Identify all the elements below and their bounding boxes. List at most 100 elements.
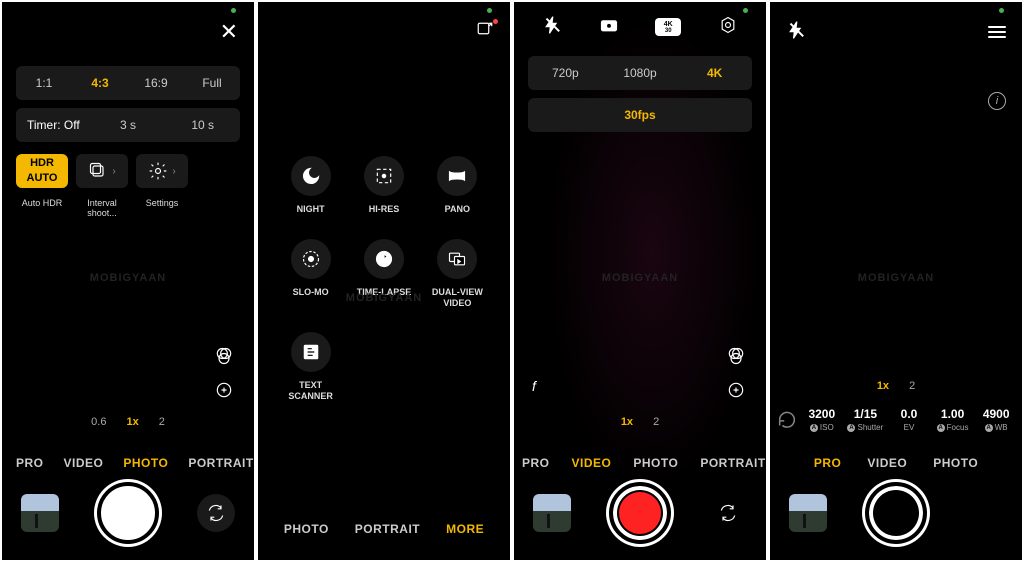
mode-pro[interactable]: PRO — [16, 456, 44, 470]
fps-30[interactable]: 30fps — [624, 108, 655, 122]
mode-photo[interactable]: PHOTO — [123, 456, 168, 470]
mode-photo[interactable]: PHOTO — [284, 522, 329, 536]
res-4k[interactable]: 4K — [677, 66, 752, 80]
shutter-button[interactable] — [865, 482, 927, 544]
video-top-bar: 4K 30 — [514, 2, 766, 52]
mode-pro[interactable]: PRO — [814, 456, 842, 470]
ai-enhance-icon[interactable] — [726, 380, 746, 400]
flash-button[interactable] — [542, 15, 562, 40]
close-icon[interactable]: ✕ — [220, 19, 238, 45]
notification-dot — [493, 19, 498, 24]
mode-portrait[interactable]: PORTRAIT — [355, 522, 420, 536]
zoom-2[interactable]: 2 — [653, 416, 659, 428]
camera-active-dot — [743, 8, 748, 13]
filters-icon[interactable] — [214, 346, 234, 366]
shutter-button[interactable] — [97, 482, 159, 544]
mode-photo[interactable]: PHOTO — [633, 456, 678, 470]
aperture-button[interactable]: f — [532, 378, 536, 394]
param-focus[interactable]: 1.00AFocus — [933, 407, 973, 432]
param-ev[interactable]: 0.0EV — [889, 407, 929, 432]
settings-button[interactable]: › — [136, 154, 188, 188]
gallery-thumbnail[interactable] — [21, 494, 59, 532]
mode-strip[interactable]: PRO VIDEO PHOTO — [770, 456, 1022, 470]
info-button[interactable]: i — [988, 92, 1006, 110]
aspect-16-9[interactable]: 16:9 — [128, 76, 184, 90]
watermark: MOBIGYAAN — [858, 272, 934, 284]
mode-pano[interactable]: PANO — [425, 156, 490, 215]
mode-time-lapse[interactable]: TIME-LAPSE — [351, 239, 416, 309]
aspect-ratio-segment: 1:1 4:3 16:9 Full — [16, 66, 240, 100]
mode-hi-res[interactable]: HI-RES — [351, 156, 416, 215]
filters-icon[interactable] — [726, 346, 746, 366]
param-wb[interactable]: 4900AWB — [976, 407, 1016, 432]
mode-label: HI-RES — [369, 204, 400, 215]
mode-video[interactable]: VIDEO — [572, 456, 612, 470]
hdr-toggle[interactable] — [599, 15, 619, 40]
mode-video[interactable]: VIDEO — [64, 456, 104, 470]
mode-label: SLO-MO — [293, 287, 329, 298]
resolution-segment: 720p 1080p 4K — [528, 56, 752, 90]
slomo-icon — [301, 249, 321, 269]
mode-label: PANO — [445, 204, 470, 215]
mode-text-scanner[interactable]: TEXT SCANNER — [278, 332, 343, 402]
mode-strip[interactable]: PRO VIDEO PHOTO PORTRAIT — [514, 456, 766, 470]
mode-dual-view[interactable]: DUAL-VIEW VIDEO — [425, 239, 490, 309]
watermark: MOBIGYAAN — [90, 272, 166, 284]
gallery-thumbnail[interactable] — [533, 494, 571, 532]
res-1080p[interactable]: 1080p — [603, 66, 678, 80]
mode-video[interactable]: VIDEO — [867, 456, 907, 470]
fps-segment[interactable]: 30fps — [528, 98, 752, 132]
timer-off[interactable]: Timer: Off — [16, 118, 91, 132]
hdr-button[interactable]: HDR AUTO — [16, 154, 68, 188]
edit-modes-button[interactable] — [476, 21, 494, 44]
param-iso[interactable]: 3200AISO — [802, 407, 842, 432]
zoom-1x[interactable]: 1x — [877, 380, 889, 392]
reset-params-icon[interactable] — [776, 409, 798, 431]
dual-view-icon — [447, 249, 467, 269]
timer-10s[interactable]: 10 s — [165, 118, 240, 132]
mode-slo-mo[interactable]: SLO-MO — [278, 239, 343, 309]
res-720p[interactable]: 720p — [528, 66, 603, 80]
watermark: MOBIGYAAN — [602, 272, 678, 284]
text-scan-icon — [301, 342, 321, 362]
bottom-bar — [514, 482, 766, 544]
gear-outline-icon — [718, 15, 738, 35]
label-interval: Interval shoot... — [76, 198, 128, 218]
mode-more[interactable]: MORE — [446, 522, 484, 536]
mode-photo[interactable]: PHOTO — [933, 456, 978, 470]
res-main: 4K — [664, 21, 673, 28]
zoom-1x[interactable]: 1x — [126, 416, 138, 428]
mode-strip[interactable]: PRO VIDEO PHOTO PORTRAIT MORE — [2, 456, 254, 470]
aspect-full[interactable]: Full — [184, 76, 240, 90]
aspect-4-3[interactable]: 4:3 — [72, 76, 128, 90]
modes-grid: NIGHT HI-RES PANO SLO-MO TIME-LAPSE DUAL… — [258, 132, 510, 426]
param-shutter[interactable]: 1/15AShutter — [846, 407, 886, 432]
gallery-thumbnail[interactable] — [789, 494, 827, 532]
video-settings-button[interactable] — [718, 15, 738, 40]
zoom-1x[interactable]: 1x — [621, 416, 633, 428]
mode-strip[interactable]: PHOTO PORTRAIT MORE — [258, 522, 510, 536]
timer-3s[interactable]: 3 s — [91, 118, 166, 132]
camera-active-dot — [231, 8, 236, 13]
zoom-0-6[interactable]: 0.6 — [91, 416, 106, 428]
mode-portrait[interactable]: PORTRAIT — [188, 456, 253, 470]
flash-button[interactable] — [786, 20, 806, 45]
switch-camera-button[interactable] — [197, 494, 235, 532]
zoom-2[interactable]: 2 — [909, 380, 915, 392]
zoom-2[interactable]: 2 — [159, 416, 165, 428]
record-button[interactable] — [609, 482, 671, 544]
pano-icon — [447, 166, 467, 186]
resolution-badge: 4K 30 — [655, 18, 681, 36]
screen-pro: i MOBIGYAAN 1x 2 3200AISO 1/15AShutter 0… — [770, 2, 1022, 560]
switch-camera-button[interactable] — [709, 494, 747, 532]
chevron-right-icon: › — [112, 166, 115, 177]
resolution-button[interactable]: 4K 30 — [655, 18, 681, 36]
menu-button[interactable] — [988, 26, 1006, 38]
mode-pro[interactable]: PRO — [522, 456, 550, 470]
mode-label: NIGHT — [297, 204, 325, 215]
ai-enhance-icon[interactable] — [214, 380, 234, 400]
mode-portrait[interactable]: PORTRAIT — [700, 456, 765, 470]
interval-button[interactable]: › — [76, 154, 128, 188]
mode-night[interactable]: NIGHT — [278, 156, 343, 215]
aspect-1-1[interactable]: 1:1 — [16, 76, 72, 90]
